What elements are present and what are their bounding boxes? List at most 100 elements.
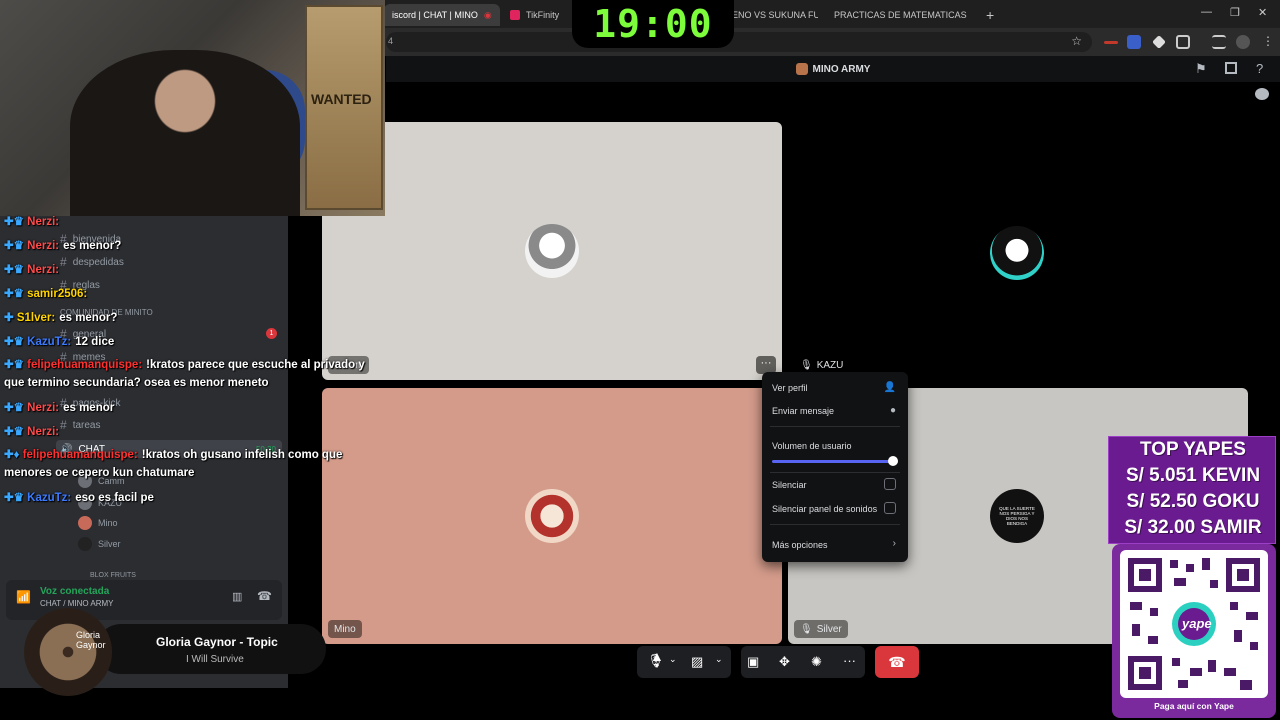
tab-tikfinity[interactable]: TikFinity: [502, 4, 576, 26]
soundboard-icon[interactable]: ✺: [811, 654, 822, 670]
discord-call-header: MINO ARMY: [386, 56, 1280, 82]
chat-message: ✚♛ Nerzi: es menor: [4, 402, 115, 414]
yape-entry: S/ 32.00 SAMIR: [1124, 517, 1262, 538]
url-input[interactable]: 4 ☆: [386, 32, 1092, 52]
badge-icon: ✚♛: [4, 336, 28, 348]
hang-up-button[interactable]: ☎: [875, 646, 919, 678]
menu-more-options[interactable]: Más opciones: [772, 540, 828, 550]
avatar: QUE LA SUERTE NOS PERSIGA Y DIOS NOS BEN…: [990, 489, 1044, 543]
streamer: [70, 50, 300, 216]
chat-message: ✚♛ samir2506:: [4, 288, 88, 300]
chat-bubble-icon[interactable]: [1255, 88, 1269, 100]
chat-message: ✚♛ Nerzi: es menor?: [4, 240, 122, 252]
minimize-icon[interactable]: —: [1201, 6, 1212, 18]
server-name: MINO ARMY: [812, 63, 871, 75]
badge-icon: ✚♛: [4, 426, 28, 438]
video-tile-kazu[interactable]: 🎙 KAZU: [788, 122, 1248, 380]
disconnect-icon[interactable]: ☎: [257, 589, 272, 603]
chat-bubble-icon: ●: [889, 405, 896, 416]
screen-share-icon[interactable]: ▣: [747, 654, 759, 670]
extension-icon[interactable]: [1127, 35, 1141, 49]
avatar: [990, 226, 1044, 280]
chat-message: ✚♛ Nerzi:: [4, 426, 60, 438]
profile-avatar[interactable]: [1236, 35, 1250, 49]
chat-message: ✚♦ felipehuamanquispe: !kratos oh gusano …: [4, 449, 343, 479]
activities-icon[interactable]: ✥: [779, 654, 790, 670]
user-context-menu: Ver perfil 👤 Enviar mensaje ● Volumen de…: [762, 372, 908, 562]
menu-send-message[interactable]: Enviar mensaje: [772, 406, 834, 416]
extension-icon[interactable]: [1104, 41, 1118, 44]
chat-message: ✚ S1lver: es menor?: [4, 312, 118, 324]
track-artist: Gloria Gaynor - Topic: [156, 635, 278, 649]
server-icon: [795, 63, 808, 75]
badge-icon: ✚♦: [4, 449, 23, 461]
clock-display: 19:00: [572, 0, 734, 48]
chevron-down-icon[interactable]: ⌄: [715, 654, 723, 665]
now-playing-pill: [96, 624, 326, 674]
badge-icon: ✚♛: [4, 264, 28, 276]
mute-checkbox[interactable]: [884, 478, 896, 490]
top-yapes-panel: TOP YAPES S/ 5.051 KEVIN S/ 52.50 GOKU S…: [1108, 436, 1276, 544]
noise-suppression-icon[interactable]: ▥: [232, 590, 242, 603]
user-icon: 👤: [883, 382, 896, 393]
badge-icon: ✚: [4, 312, 17, 324]
menu-user-volume: Volumen de usuario: [772, 441, 852, 451]
voice-status: Voz conectada: [40, 586, 110, 597]
chat-message: ✚♛ KazuTz: eso es facil pe: [4, 492, 154, 504]
divider: [770, 524, 900, 525]
help-icon[interactable]: ?: [1256, 61, 1263, 76]
chat-message: ✚♛ Nerzi:: [4, 264, 60, 276]
kebab-menu-icon[interactable]: ⋮: [1262, 34, 1274, 48]
badge-icon: ✚♛: [4, 216, 28, 228]
badge-icon: ✚♛: [4, 240, 28, 252]
volume-slider-handle[interactable]: [888, 456, 898, 466]
chat-message: ✚♛ Nerzi:: [4, 216, 60, 228]
tab-matematicas[interactable]: PRACTICAS DE MATEMATICAS✕: [820, 4, 976, 26]
menu-mute[interactable]: Silenciar: [772, 480, 807, 490]
stream-overlay-screen: { "clock": "19:00", "browser": { "tabs":…: [0, 0, 1280, 720]
track-title: I Will Survive: [186, 654, 244, 665]
divider: [770, 426, 900, 427]
menu-view-profile[interactable]: Ver perfil: [772, 383, 808, 393]
tab-discord[interactable]: iscord | CHAT | MINO◉✕: [384, 4, 500, 26]
user-volume-slider[interactable]: [772, 460, 898, 463]
album-art: Gloria Gaynor: [24, 608, 112, 696]
chat-message: ✚♛ felipehuamanquispe: !kratos parece que…: [4, 359, 365, 389]
divider: [770, 472, 900, 473]
muted-mic-icon: 🎙: [800, 359, 813, 371]
badge-icon: ✚♛: [4, 402, 28, 414]
extensions-puzzle-icon[interactable]: [1176, 35, 1190, 49]
tikfinity-icon: [510, 10, 520, 20]
category-blox-fruits[interactable]: BLOX FRUITS: [90, 572, 136, 579]
voice-user-mino[interactable]: Mino: [78, 516, 118, 530]
signal-icon: 📶: [16, 590, 31, 604]
bookmark-star-icon[interactable]: ☆: [1071, 34, 1082, 48]
media-control-icon[interactable]: [1212, 35, 1226, 49]
mute-soundboard-checkbox[interactable]: [884, 502, 896, 514]
close-window-icon[interactable]: ✕: [1258, 6, 1267, 19]
call-actions: ▣ ✥ ✺ ···: [741, 646, 865, 678]
more-options-icon[interactable]: ···: [843, 653, 856, 668]
maximize-icon[interactable]: ❐: [1230, 6, 1240, 19]
camera-off-icon[interactable]: ▨: [691, 654, 703, 670]
avatar: [525, 489, 579, 543]
voice-user-silver[interactable]: Silver: [78, 537, 121, 551]
voice-location[interactable]: CHAT / MINO ARMY: [40, 599, 114, 608]
avatar: [525, 224, 579, 278]
phone-hangup-icon: ☎: [888, 653, 906, 670]
chevron-right-icon: ›: [892, 538, 896, 549]
avatar: [78, 516, 92, 530]
participant-name: Mino: [328, 620, 362, 638]
recording-icon: ◉: [483, 9, 492, 20]
flag-icon[interactable]: ⚑: [1195, 61, 1207, 77]
menu-mute-soundboard[interactable]: Silenciar panel de sonidos: [772, 504, 877, 514]
mouse-cursor-icon: ▲: [650, 648, 664, 664]
yape-logo: yape: [1182, 616, 1212, 631]
yape-qr-card: yape Paga aquí con Yape: [1112, 544, 1276, 718]
new-tab-button[interactable]: +: [978, 4, 998, 26]
chevron-down-icon[interactable]: ⌄: [669, 654, 677, 665]
participant-name: 🎙 Silver: [794, 620, 848, 638]
popout-icon[interactable]: [1225, 62, 1237, 74]
close-icon[interactable]: ✕: [975, 9, 976, 22]
badge-icon: ✚♛: [4, 359, 28, 371]
